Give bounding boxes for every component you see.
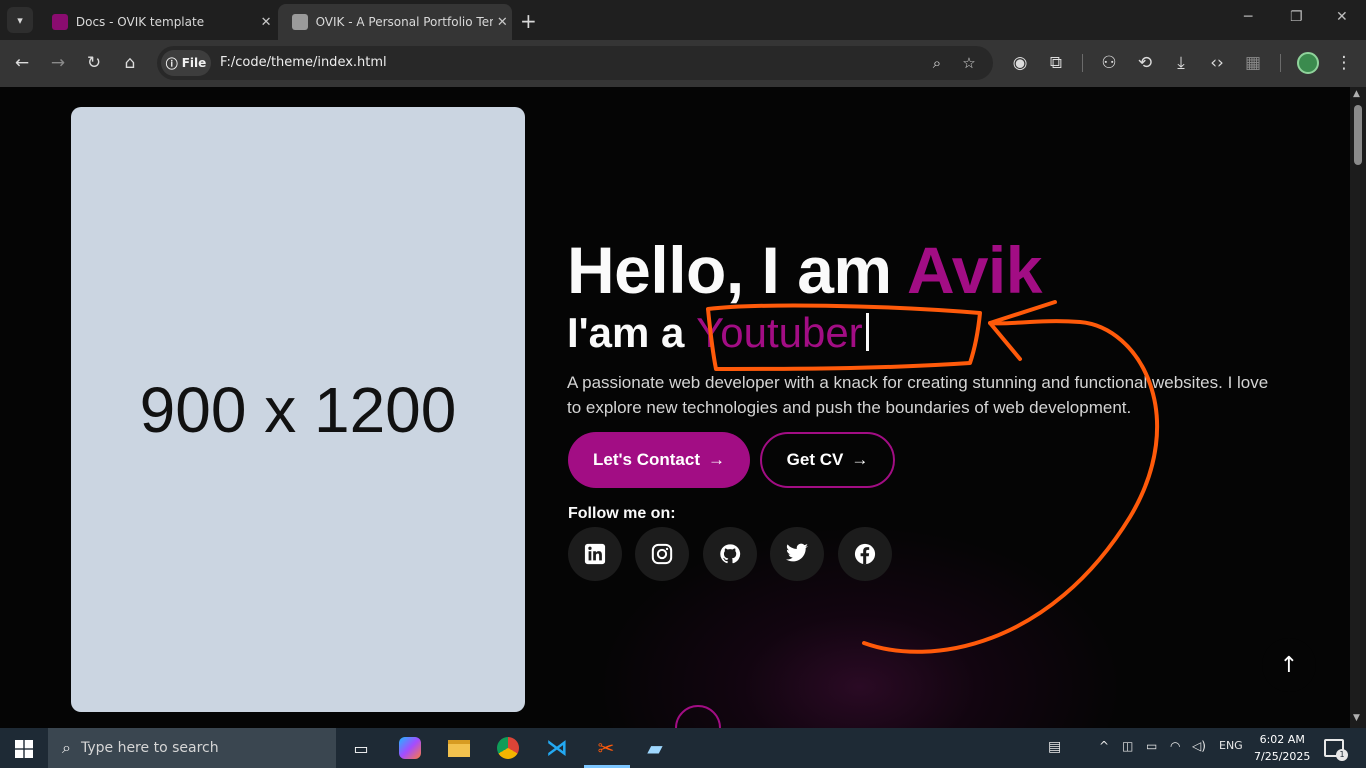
incognito-icon[interactable]: ⚇ [1097, 51, 1121, 75]
github-link[interactable] [703, 527, 757, 581]
tab-search-button[interactable]: ▾ [7, 7, 33, 33]
tab-title: OVIK - A Personal Portfolio Tem [315, 15, 493, 29]
camera-icon[interactable]: ◉ [1008, 51, 1032, 75]
more-menu-icon[interactable]: ⋮ [1332, 51, 1356, 75]
linkedin-link[interactable] [568, 527, 622, 581]
forward-arrow-icon[interactable]: → [46, 51, 70, 75]
github-icon [720, 544, 741, 564]
facebook-icon [854, 543, 876, 565]
close-icon[interactable]: ✕ [493, 15, 512, 30]
show-hidden-icons-icon[interactable]: ^ [1099, 739, 1109, 753]
language-indicator[interactable]: ENG [1219, 739, 1243, 752]
hero-description: A passionate web developer with a knack … [567, 373, 1269, 417]
get-cv-button[interactable]: Get CV → [760, 432, 895, 488]
tab-docs[interactable]: Docs - OVIK template ✕ [38, 4, 276, 40]
address-bar[interactable]: ⓘ File F:/code/theme/index.html ⌕ ☆ [157, 46, 993, 80]
download-icon[interactable]: ⤓ [1169, 51, 1193, 75]
extensions-icon[interactable]: ⧉ [1044, 51, 1068, 75]
scroll-down-icon[interactable]: ▼ [1353, 713, 1360, 723]
windows-start-icon[interactable] [15, 740, 33, 758]
contact-button-label: Let's Contact [593, 450, 700, 469]
code-icon[interactable]: ‹› [1205, 51, 1229, 75]
scroll-up-icon[interactable]: ▲ [1353, 89, 1360, 99]
copilot-icon[interactable] [396, 734, 424, 762]
profile-image-placeholder: 900 x 1200 [71, 107, 525, 712]
twitter-link[interactable] [770, 527, 824, 581]
snipping-tool-icon[interactable]: ✂ [592, 734, 620, 762]
arrow-right-icon: → [851, 450, 869, 469]
clock-time: 6:02 AM [1259, 733, 1305, 746]
notepad-icon[interactable]: ▰ [641, 734, 669, 762]
hero-heading: Hello, I am Avik [567, 232, 1042, 308]
wifi-icon[interactable]: ◠ [1170, 739, 1180, 753]
file-explorer-icon[interactable] [445, 734, 473, 762]
typed-role: Youtuber [696, 309, 863, 356]
site-info-chip[interactable]: ⓘ File [161, 50, 211, 76]
toolbar-divider [1280, 54, 1281, 72]
contact-button[interactable]: Let's Contact → [568, 432, 750, 488]
chrome-icon[interactable] [494, 734, 522, 762]
system-clock[interactable]: 6:02 AM 7/25/2025 [1254, 731, 1310, 765]
battery-icon[interactable]: ▭ [1146, 739, 1157, 753]
facebook-link[interactable] [838, 527, 892, 581]
tab-portfolio[interactable]: OVIK - A Personal Portfolio Tem ✕ [278, 4, 512, 40]
info-icon: ⓘ [165, 56, 178, 71]
role-prefix: I'am a [567, 309, 697, 356]
browser-toolbar: ← → ↻ ⌂ ⓘ File F:/code/theme/index.html … [0, 40, 1366, 87]
windows-taskbar: ⌕ Type here to search ▭ ⋊ ✂ ▰ ▤ ^ ◫ ▭ ◠ … [0, 728, 1366, 768]
volume-icon[interactable]: ◁) [1192, 739, 1206, 753]
home-icon[interactable]: ⌂ [118, 51, 142, 75]
hero-name: Avik [906, 233, 1042, 307]
vscode-icon[interactable]: ⋊ [543, 734, 571, 762]
close-icon[interactable]: ✕ [256, 15, 276, 30]
tab-strip: ▾ Docs - OVIK template ✕ OVIK - A Person… [0, 0, 1366, 40]
twitter-icon [786, 543, 808, 562]
tab-title: Docs - OVIK template [75, 15, 205, 29]
restore-button[interactable]: ❐ [1290, 9, 1303, 25]
role-line: I'am a Youtuber [567, 309, 869, 357]
annotation-arrowhead [988, 300, 1057, 361]
notification-badge: 1 [1336, 749, 1348, 761]
placeholder-size-text: 900 x 1200 [139, 373, 457, 446]
qr-code-icon[interactable]: ▦ [1241, 51, 1265, 75]
scheme-label: File [181, 56, 207, 70]
page-scrollbar[interactable]: ▲ ▼ [1350, 87, 1366, 728]
search-placeholder: Type here to search [80, 740, 219, 756]
new-tab-button[interactable]: + [520, 9, 537, 33]
typing-cursor [865, 313, 869, 351]
arrow-up-icon: ↑ [1279, 652, 1299, 678]
page-favicon-icon [292, 14, 308, 30]
instagram-link[interactable] [635, 527, 689, 581]
arrow-right-icon: → [708, 450, 725, 469]
instagram-icon [651, 543, 673, 565]
url-text[interactable]: F:/code/theme/index.html [220, 55, 387, 70]
meet-now-icon[interactable]: ◫ [1122, 739, 1133, 753]
taskbar-search-box[interactable]: ⌕ Type here to search [48, 728, 336, 768]
window-close-button[interactable]: ✕ [1336, 9, 1348, 25]
ovik-favicon-icon [52, 14, 68, 30]
profile-avatar[interactable] [1297, 52, 1319, 74]
follow-label: Follow me on: [568, 505, 676, 522]
toolbar-divider [1082, 54, 1083, 72]
scrollbar-thumb[interactable] [1354, 105, 1362, 165]
zoom-icon[interactable]: ⌕ [925, 51, 949, 75]
scroll-down-indicator[interactable] [675, 705, 721, 728]
clock-date: 7/25/2025 [1254, 750, 1311, 763]
portfolio-page: 900 x 1200 Hello, I am Avik I'am a Youtu… [0, 87, 1350, 728]
cv-button-label: Get CV [786, 450, 844, 469]
minimize-button[interactable]: ─ [1244, 9, 1252, 25]
back-to-top-button[interactable]: ↑ [1262, 638, 1316, 692]
task-view-icon[interactable]: ▭ [347, 734, 375, 762]
history-icon[interactable]: ⟲ [1133, 51, 1157, 75]
reload-icon[interactable]: ↻ [82, 51, 106, 75]
back-arrow-icon[interactable]: ← [10, 51, 34, 75]
news-widget-icon[interactable]: ▤ [1048, 739, 1061, 755]
linkedin-icon [584, 543, 606, 565]
bookmark-star-icon[interactable]: ☆ [957, 51, 981, 75]
search-icon: ⌕ [62, 738, 71, 757]
greeting-text: Hello, I am [567, 233, 907, 307]
notification-center-icon[interactable]: 1 [1324, 739, 1348, 761]
